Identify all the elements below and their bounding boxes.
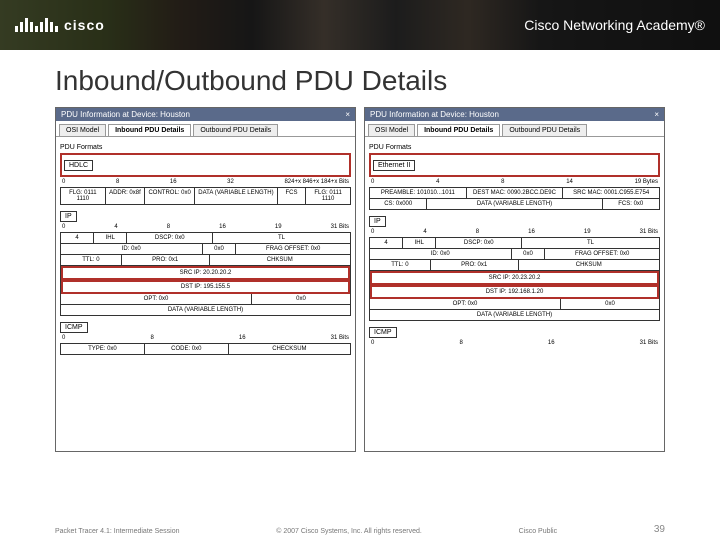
slide-header: cisco Cisco Networking Academy® [0, 0, 720, 50]
pdu-body: PDU Formats Ethernet II 0481419 Bytes PR… [365, 137, 664, 352]
tab-outbound-pdu[interactable]: Outbound PDU Details [193, 124, 278, 136]
tab-outbound-pdu[interactable]: Outbound PDU Details [502, 124, 587, 136]
close-icon[interactable]: × [345, 110, 350, 119]
right-pdu-window: PDU Information at Device: Houston × OSI… [364, 107, 665, 452]
ip-label: IP [369, 216, 386, 227]
footer-copyright: © 2007 Cisco Systems, Inc. All rights re… [276, 528, 422, 535]
cisco-logo: cisco [15, 17, 105, 33]
content-area: PDU Information at Device: Houston × OSI… [0, 107, 720, 452]
window-titlebar: PDU Information at Device: Houston × [365, 108, 664, 121]
hdlc-label: HDLC [64, 160, 93, 171]
logo-text: cisco [64, 17, 105, 33]
dst-ip-row: DST IP: 195.155.5 [61, 280, 350, 294]
slide-title: Inbound/Outbound PDU Details [55, 65, 720, 97]
tab-bar: OSI Model Inbound PDU Details Outbound P… [56, 121, 355, 137]
pdu-formats-label: PDU Formats [60, 144, 351, 151]
pdu-formats-label: PDU Formats [369, 144, 660, 151]
icmp-label: ICMP [60, 322, 88, 333]
ethernet-label: Ethernet II [373, 160, 415, 171]
eth-scale: 0481419 Bytes [369, 179, 660, 185]
ip-label: IP [60, 211, 77, 222]
window-titlebar: PDU Information at Device: Houston × [56, 108, 355, 121]
slide-footer: Packet Tracer 4.1: Intermediate Session … [0, 519, 720, 540]
table-row: PREAMBLE: 101010...1011 DEST MAC: 0090.2… [370, 188, 659, 199]
tab-osi-model[interactable]: OSI Model [368, 124, 415, 136]
tab-inbound-pdu[interactable]: Inbound PDU Details [417, 124, 500, 136]
eth-fields: PREAMBLE: 101010...1011 DEST MAC: 0090.2… [369, 187, 660, 210]
dst-ip-row: DST IP: 192.168.1.20 [370, 285, 659, 299]
icmp-scale: 081631 Bits [369, 340, 660, 346]
left-pdu-window: PDU Information at Device: Houston × OSI… [55, 107, 356, 452]
ethernet-header-box: Ethernet II [369, 153, 660, 177]
table-row: DATA (VARIABLE LENGTH) [370, 310, 659, 320]
tab-bar: OSI Model Inbound PDU Details Outbound P… [365, 121, 664, 137]
table-row: ID: 0x0 0x0 FRAG OFFSET: 0x0 [370, 249, 659, 260]
window-title-text: PDU Information at Device: Houston [370, 110, 499, 119]
cisco-logo-icon [15, 18, 58, 32]
icmp-fields: TYPE: 0x0 CODE: 0x0 CHECKSUM [60, 343, 351, 355]
academy-label: Cisco Networking Academy® [524, 17, 705, 33]
ip-fields: 4 IHL DSCP: 0x0 TL ID: 0x0 0x0 FRAG OFFS… [369, 237, 660, 321]
table-row: 4 IHL DSCP: 0x0 TL [370, 238, 659, 249]
icmp-scale: 081631 Bits [60, 335, 351, 341]
table-row: TYPE: 0x0 CODE: 0x0 CHECKSUM [61, 344, 350, 354]
table-row: ID: 0x0 0x0 FRAG OFFSET: 0x0 [61, 244, 350, 255]
tab-osi-model[interactable]: OSI Model [59, 124, 106, 136]
src-ip-row: SRC IP: 20.20.20.2 [61, 266, 350, 280]
table-row: 4 IHL DSCP: 0x0 TL [61, 233, 350, 244]
tab-inbound-pdu[interactable]: Inbound PDU Details [108, 124, 191, 136]
ip-scale: 048161931 Bits [369, 229, 660, 235]
footer-right: Cisco Public [519, 528, 558, 535]
table-row: CS: 0x000 DATA (VARIABLE LENGTH) FCS: 0x… [370, 199, 659, 209]
table-row: OPT: 0x0 0x0 [61, 294, 350, 305]
page-number: 39 [654, 524, 665, 535]
footer-left: Packet Tracer 4.1: Intermediate Session [55, 528, 180, 535]
ip-scale: 048161931 Bits [60, 224, 351, 230]
window-title-text: PDU Information at Device: Houston [61, 110, 190, 119]
icmp-label: ICMP [369, 327, 397, 338]
table-row: TTL: 0 PRO: 0x1 CHKSUM [370, 260, 659, 271]
hdlc-scale: 081632824+x 846+x 184+x Bits [60, 179, 351, 185]
close-icon[interactable]: × [654, 110, 659, 119]
table-row: TTL: 0 PRO: 0x1 CHKSUM [61, 255, 350, 266]
table-row: DATA (VARIABLE LENGTH) [61, 305, 350, 315]
table-row: OPT: 0x0 0x0 [370, 299, 659, 310]
ip-fields: 4 IHL DSCP: 0x0 TL ID: 0x0 0x0 FRAG OFFS… [60, 232, 351, 316]
table-row: FLG: 0111 1110 ADDR: 0x8f CONTROL: 0x0 D… [61, 188, 350, 204]
src-ip-row: SRC IP: 20.23.20.2 [370, 271, 659, 285]
hdlc-fields: FLG: 0111 1110 ADDR: 0x8f CONTROL: 0x0 D… [60, 187, 351, 205]
hdlc-header-box: HDLC [60, 153, 351, 177]
pdu-body: PDU Formats HDLC 081632824+x 846+x 184+x… [56, 137, 355, 359]
